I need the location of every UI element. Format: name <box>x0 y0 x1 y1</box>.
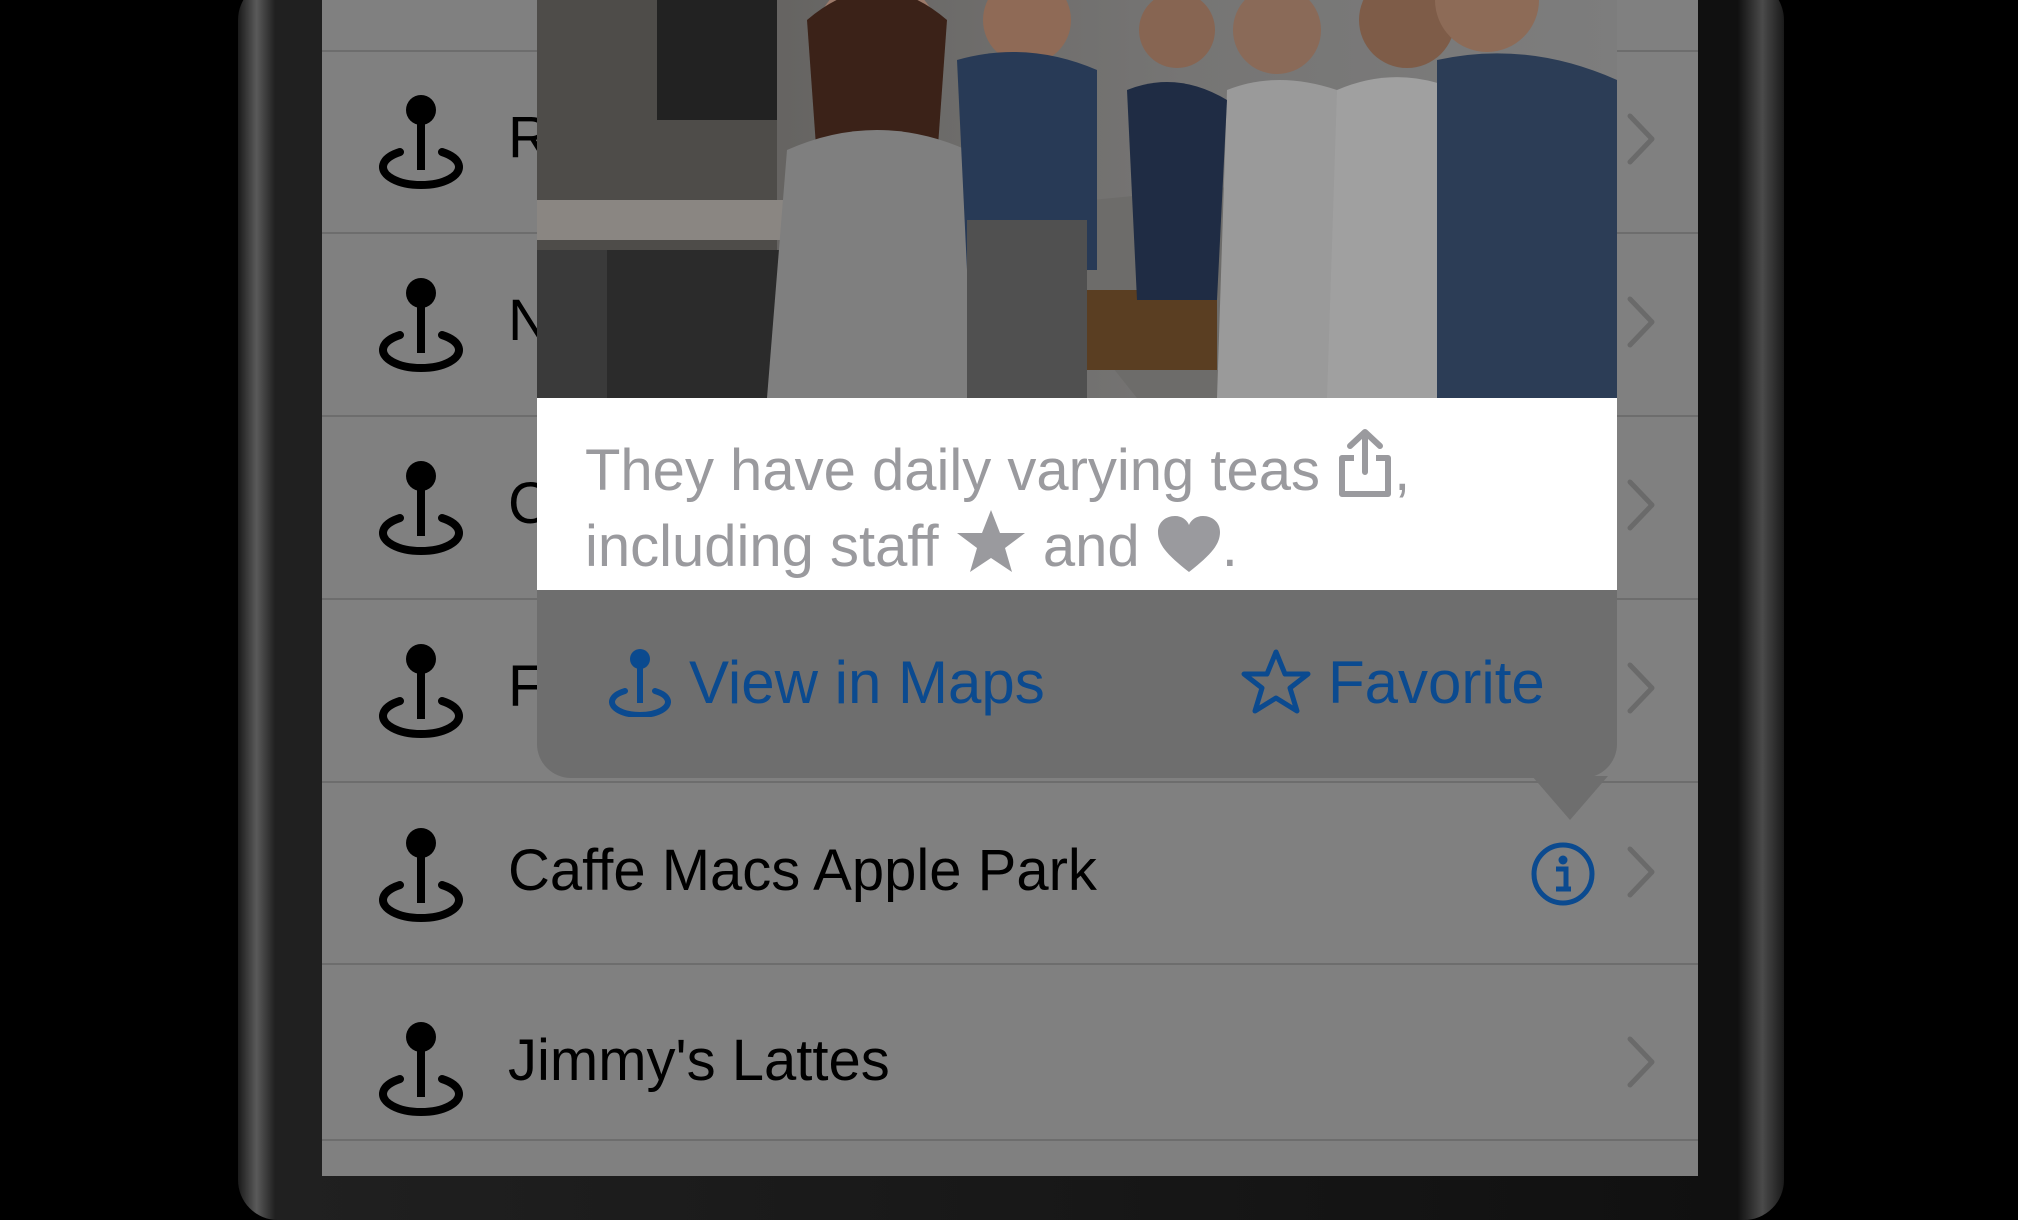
caption-part: and <box>1026 514 1156 579</box>
preview-popover: They have daily varying teas , including… <box>537 0 1617 778</box>
popover-arrow <box>1532 776 1608 820</box>
chevron-right-icon <box>1627 113 1655 165</box>
caption-panel: They have daily varying teas , including… <box>537 398 1617 590</box>
chevron-right-icon <box>1627 479 1655 531</box>
cafe-photo-illustration <box>537 0 1617 398</box>
popover-actions: View in Maps Favorite <box>537 590 1617 778</box>
map-pin-icon <box>379 1022 463 1116</box>
chevron-right-icon <box>1627 1036 1655 1088</box>
caption-part: , <box>1394 438 1411 503</box>
map-pin-icon <box>379 828 463 922</box>
caption-part: They have daily varying teas <box>585 438 1337 503</box>
caption-text: They have daily varying teas , including… <box>585 428 1585 584</box>
caption-part: including staff <box>585 514 955 579</box>
info-icon[interactable] <box>1530 841 1596 907</box>
favorite-label: Favorite <box>1328 648 1545 716</box>
chevron-right-icon <box>1627 662 1655 714</box>
chevron-right-icon <box>1627 296 1655 348</box>
share-icon <box>1339 429 1392 497</box>
view-in-maps-label: View in Maps <box>689 648 1045 716</box>
map-pin-icon <box>379 461 463 555</box>
cafe-photo <box>537 0 1617 398</box>
favorite-button[interactable]: Favorite <box>1240 642 1545 722</box>
map-pin-icon <box>379 95 463 189</box>
list-item-label: Jimmy's Lattes <box>508 1028 890 1093</box>
list-item-label: Caffe Macs Apple Park <box>508 838 1097 903</box>
list-item-caffe-macs[interactable]: Caffe Macs Apple Park <box>322 783 1698 965</box>
view-in-maps-button[interactable]: View in Maps <box>609 642 1045 722</box>
map-pin-icon <box>609 649 671 717</box>
star-outline-icon <box>1241 649 1311 714</box>
map-pin-icon <box>379 644 463 738</box>
caption-part: . <box>1221 514 1238 579</box>
heart-filled-icon <box>1157 516 1220 572</box>
map-pin-icon <box>379 278 463 372</box>
chevron-right-icon <box>1627 846 1655 898</box>
star-filled-icon <box>956 510 1025 572</box>
list-item-jimmys-lattes[interactable]: Jimmy's Lattes <box>322 965 1698 1141</box>
screen: R N C F Caffe Macs Apple Park Jimmy's La… <box>322 0 1698 1176</box>
